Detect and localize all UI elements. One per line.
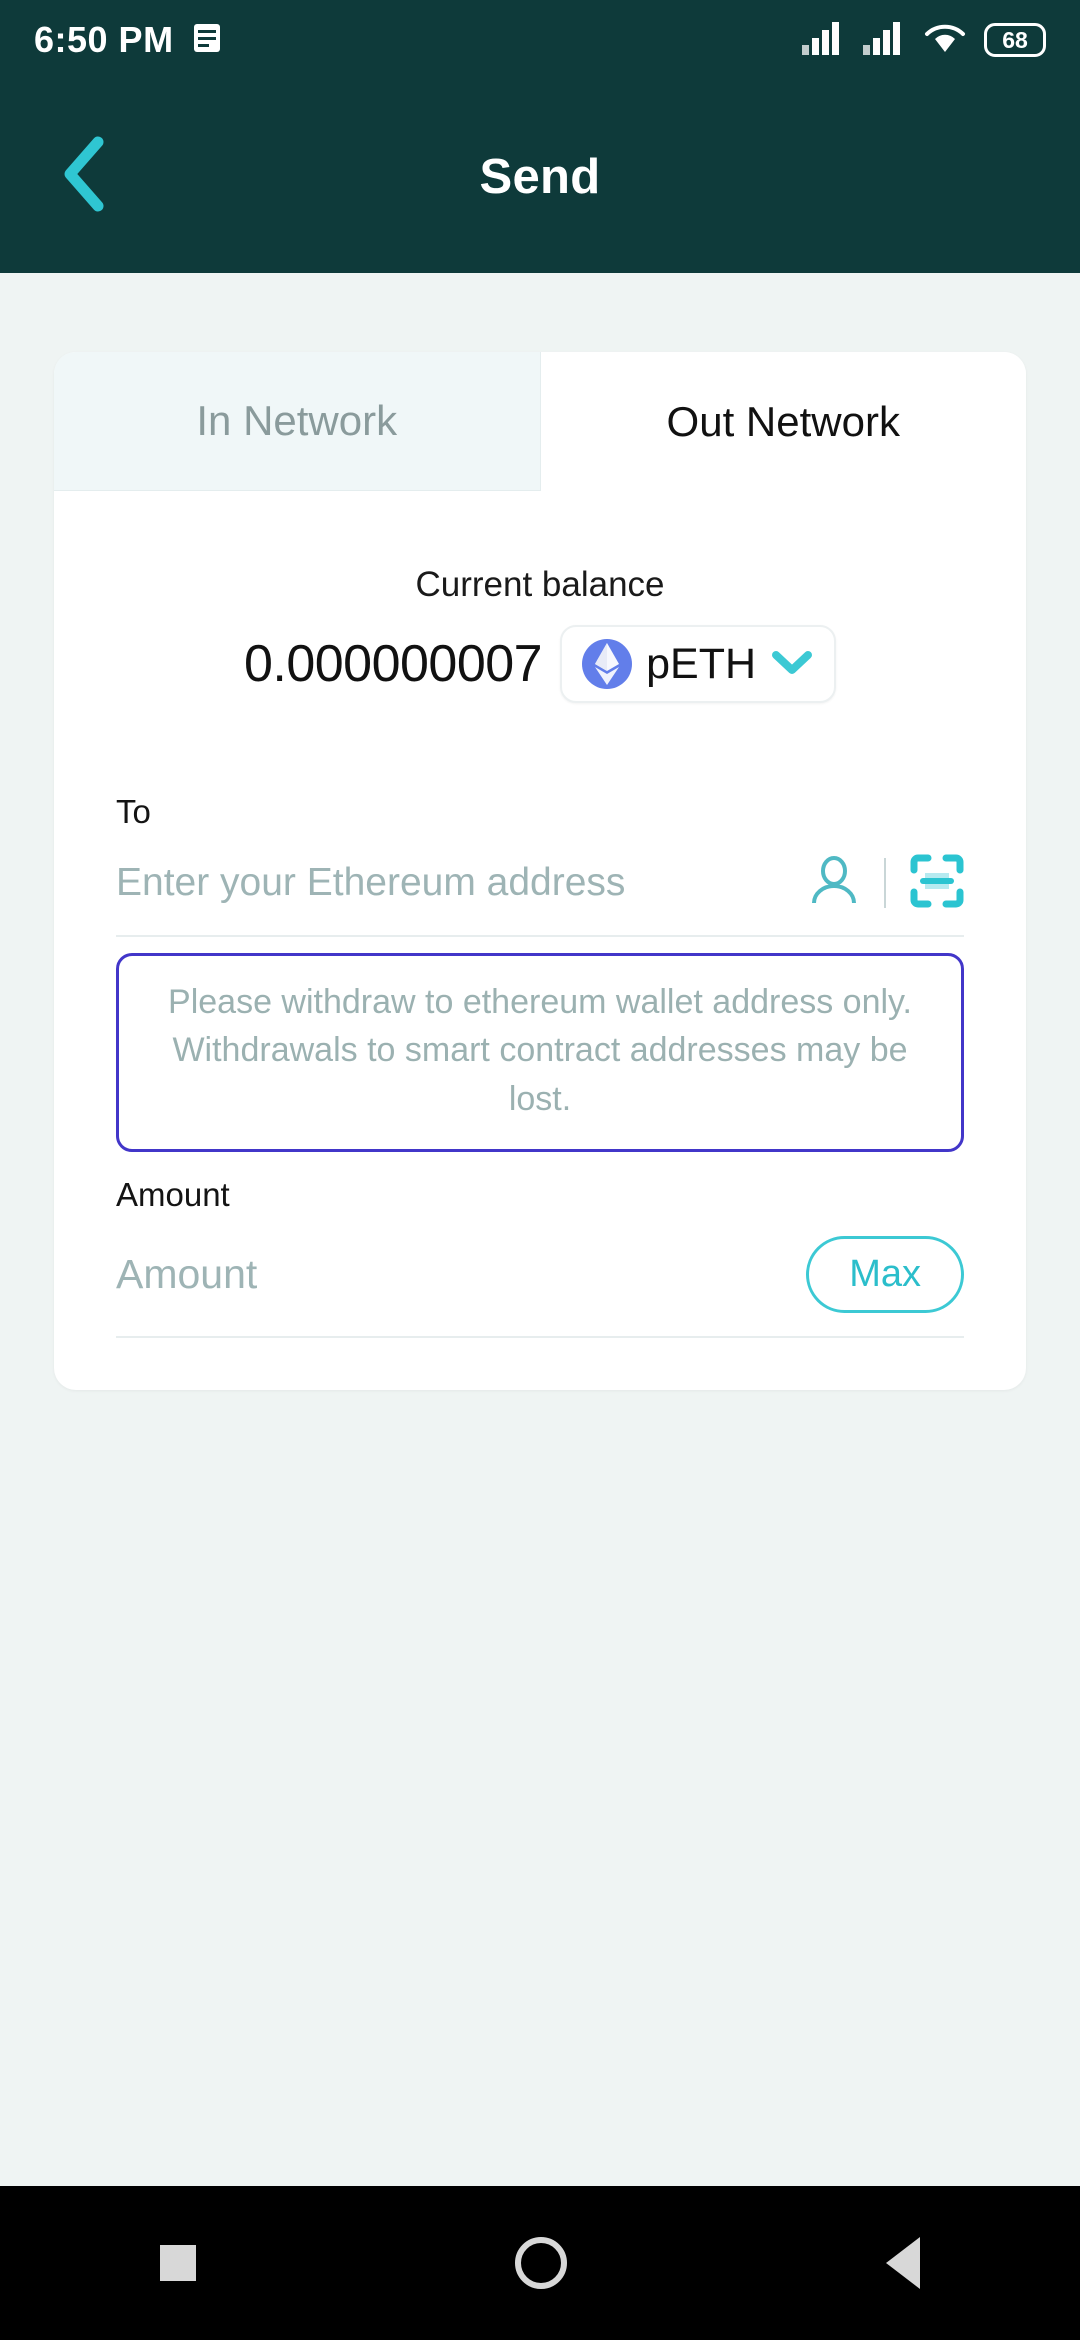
- network-tab-bar: In Network Out Network: [54, 352, 1026, 491]
- chevron-left-icon: [56, 134, 112, 219]
- icon-divider: [884, 858, 886, 908]
- android-nav-bar: [0, 2186, 1080, 2340]
- to-input-actions: [808, 854, 964, 913]
- withdraw-warning-text: Please withdraw to ethereum wallet addre…: [168, 983, 912, 1118]
- address-input[interactable]: Enter your Ethereum address: [116, 861, 808, 905]
- tab-out-network-label: Out Network: [666, 397, 900, 445]
- circle-icon[interactable]: [514, 2237, 567, 2289]
- battery-indicator: 68: [984, 23, 1046, 57]
- status-bar-clock: 6:50 PM: [34, 19, 174, 60]
- send-card: In Network Out Network Current balance 0…: [54, 352, 1026, 1390]
- amount-input[interactable]: Amount: [116, 1251, 257, 1298]
- qr-scan-icon[interactable]: [910, 854, 964, 913]
- battery-level: 68: [1002, 26, 1028, 53]
- back-button[interactable]: [36, 129, 132, 225]
- triangle-back-icon[interactable]: [886, 2237, 921, 2289]
- balance-value: 0.000000007: [243, 635, 543, 693]
- max-button[interactable]: Max: [806, 1236, 964, 1314]
- page-title: Send: [479, 149, 601, 204]
- notes-icon: [192, 22, 222, 59]
- status-bar-right: 68: [801, 21, 1046, 60]
- phone-screen: 6:50 PM 68 Send In Network Out Network C…: [0, 0, 1080, 2340]
- balance-section: Current balance 0.000000007 pETH: [54, 491, 1026, 703]
- square-icon[interactable]: [159, 2245, 196, 2281]
- balance-label: Current balance: [415, 565, 665, 604]
- amount-field-block: Amount Amount Max: [54, 1176, 1026, 1338]
- token-symbol: pETH: [646, 639, 757, 688]
- to-field-block: To Enter your Ethereum address: [54, 793, 1026, 937]
- tab-in-network-label: In Network: [196, 397, 398, 444]
- status-bar: 6:50 PM 68: [0, 0, 1080, 80]
- chevron-down-icon: [770, 647, 814, 682]
- tab-in-network[interactable]: In Network: [54, 352, 541, 491]
- to-field-label: To: [116, 793, 151, 830]
- person-icon[interactable]: [808, 855, 860, 912]
- wifi-icon: [923, 21, 967, 60]
- ethereum-icon: [582, 639, 633, 689]
- cellular-signal-icon: [862, 21, 906, 60]
- cellular-signal-icon: [801, 21, 845, 60]
- to-input-row[interactable]: Enter your Ethereum address: [116, 831, 964, 937]
- amount-input-row[interactable]: Amount Max: [116, 1214, 964, 1338]
- status-bar-left: 6:50 PM: [34, 19, 222, 61]
- amount-field-label: Amount: [116, 1175, 230, 1213]
- app-bar: Send: [0, 80, 1080, 273]
- balance-row: 0.000000007 pETH: [54, 625, 1026, 703]
- tab-out-network[interactable]: Out Network: [540, 352, 1026, 491]
- token-selector[interactable]: pETH: [560, 625, 837, 703]
- withdraw-warning: Please withdraw to ethereum wallet addre…: [116, 953, 964, 1152]
